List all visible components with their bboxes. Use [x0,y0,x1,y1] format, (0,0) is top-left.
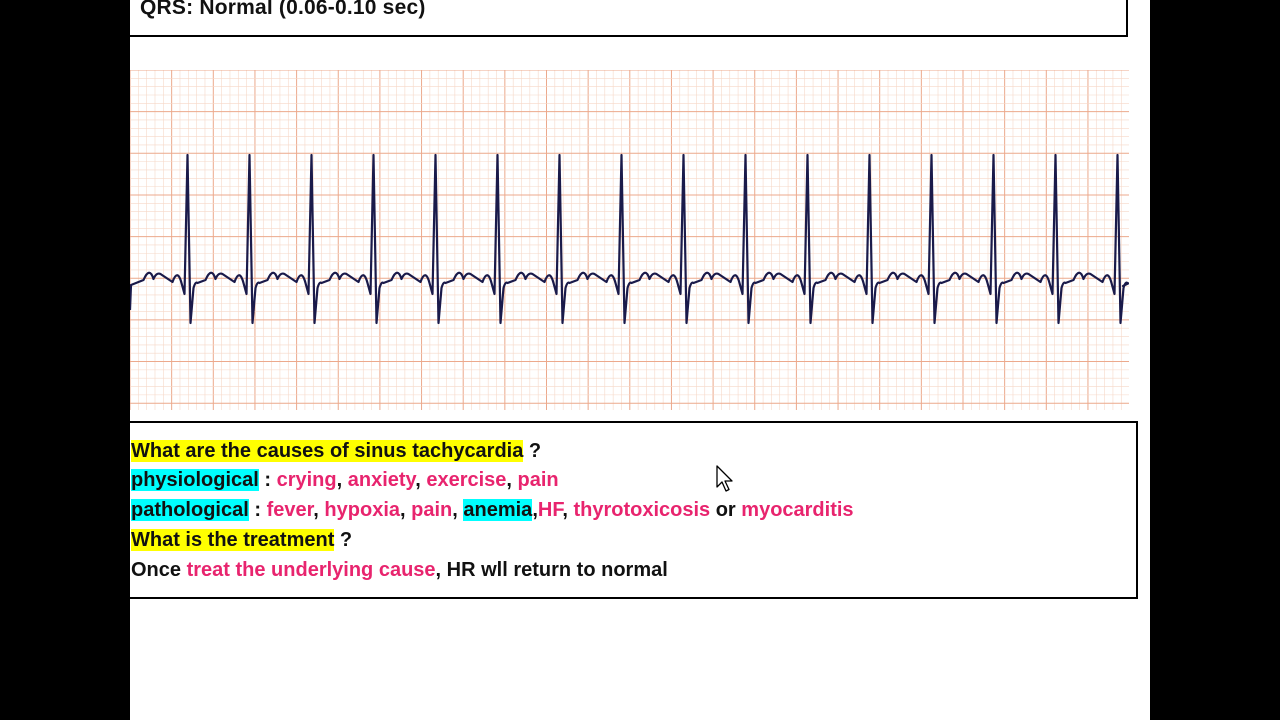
cause-fever: fever [266,499,314,521]
separator: : [258,469,277,491]
cause-anemia: anemia [463,499,533,521]
cause-crying: crying [276,469,337,491]
answer-suffix: , HR wll return to normal [435,559,668,581]
answer-prefix: Once [131,559,187,581]
or-text: or [710,499,742,521]
question-treatment-line: What is the treatment ? [131,527,352,553]
question-mark: ? [334,529,353,551]
pathological-line: pathological : fever, hypoxia, pain, ane… [131,499,854,521]
answer-line: Once treat the underlying cause, HR wll … [131,557,668,583]
physiological-line: physiological : crying, anxiety, exercis… [131,469,559,491]
ecg-strip [130,70,1129,410]
separator: : [248,499,267,521]
cause-anxiety: anxiety [347,469,416,491]
answer-highlight: treat the underlying cause [186,559,436,581]
question-mark: ? [523,440,542,462]
physiological-label: physiological [131,469,259,491]
ecg-grid [130,70,1129,410]
cause-thyrotoxicosis: thyrotoxicosis [573,499,711,521]
cause-pain: pain [411,499,453,521]
cause-pain: pain [517,469,559,491]
cause-hypoxia: hypoxia [324,499,400,521]
question-treatment: What is the treatment [131,529,335,551]
pathological-label: pathological [131,499,249,521]
question-causes-line: What are the causes of sinus tachycardia… [131,438,541,464]
cause-exercise: exercise [426,469,507,491]
cause-myocarditis: myocarditis [741,499,854,521]
slide-title: QRS: Normal (0.06-0.10 sec) [140,0,426,19]
mouse-pointer-icon [716,465,733,492]
question-causes: What are the causes of sinus tachycardia [131,440,524,462]
cause-hf: HF [537,499,563,521]
